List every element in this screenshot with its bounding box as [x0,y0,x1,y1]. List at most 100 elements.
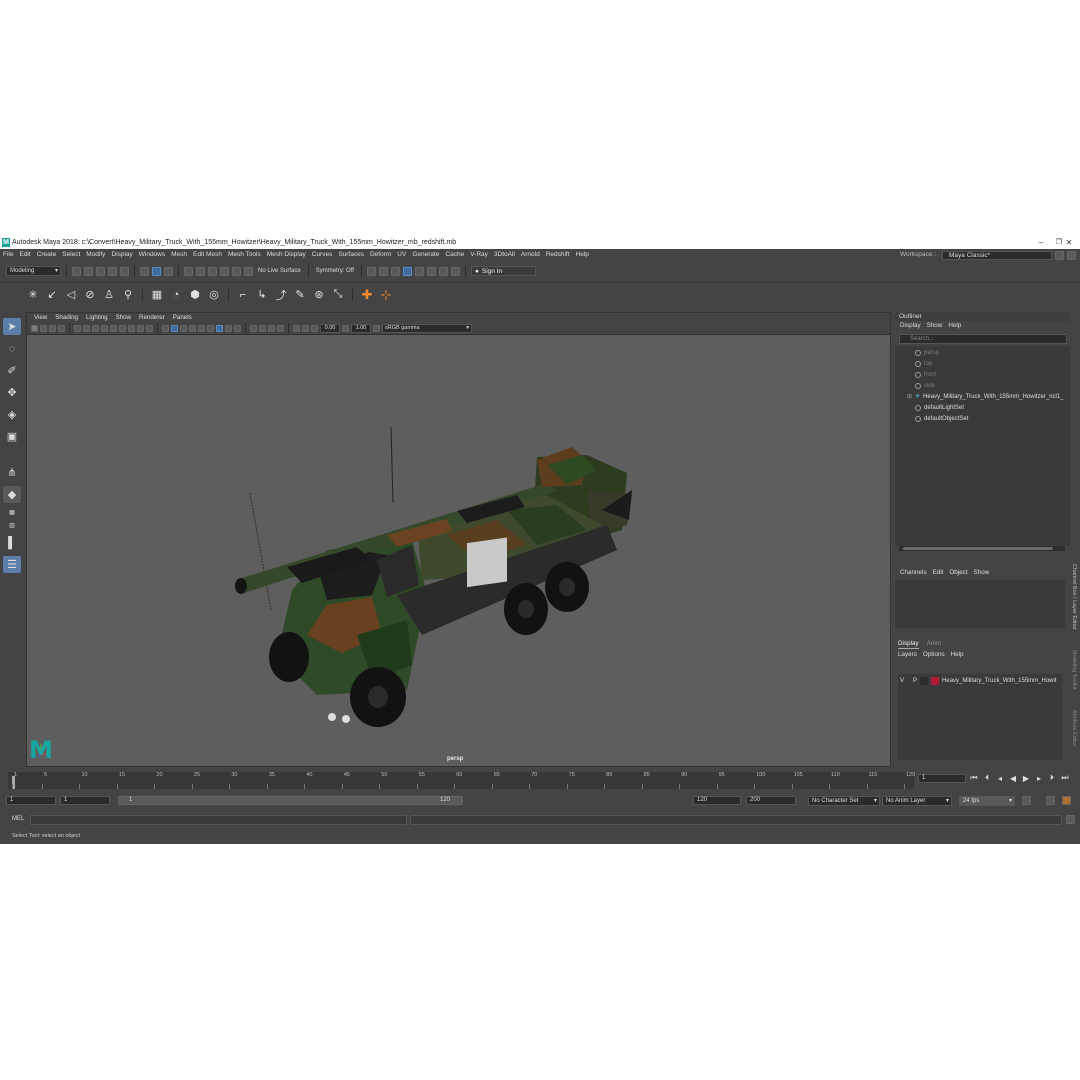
menu-modify[interactable]: Modify [83,249,108,261]
lock-icon[interactable] [450,266,460,276]
scrollbar-thumb[interactable] [903,547,1053,550]
play-forward-icon[interactable]: ▶ [1021,774,1031,783]
ambient-occlusion-icon[interactable] [250,325,257,332]
anim-layer-dropdown[interactable]: No Anim Layer [882,796,952,806]
menu-edit-mesh[interactable]: Edit Mesh [190,249,225,261]
mel-input[interactable] [30,815,407,825]
character-set-dropdown[interactable]: No Character Set [808,796,880,806]
step-back-frame-icon[interactable]: ◂ [995,774,1005,783]
channel-menu-channels[interactable]: Channels [898,569,929,576]
render-view-icon[interactable] [426,266,436,276]
grease-pencil-icon[interactable] [83,325,90,332]
go-to-start-icon[interactable]: ⏮ [969,773,979,783]
gate-mask-icon[interactable] [128,325,135,332]
outliner-item-side[interactable]: side [915,381,935,391]
wireframe-on-shaded-icon[interactable] [180,325,187,332]
layer-playback-toggle[interactable]: P [913,678,917,684]
grid-icon[interactable] [101,325,108,332]
step-back-key-icon[interactable]: ⏴ [982,773,992,783]
viewport-menu-show[interactable]: Show [113,314,134,321]
menu-curves[interactable]: Curves [309,249,336,261]
outliner-item-front[interactable]: front [915,370,936,380]
field-chart-icon[interactable] [137,325,144,332]
resolution-gate-icon[interactable] [119,325,126,332]
cluster-icon[interactable]: ◔ [169,288,183,302]
persp-outliner-layout-icon[interactable]: ☰ [3,556,21,573]
menu-generate[interactable]: Generate [409,249,442,261]
pivot-icon[interactable]: ⊹ [379,287,393,302]
mel-label[interactable]: MEL [12,816,24,822]
tab-modeling-toolkit[interactable]: Modeling Toolkit [1071,650,1077,710]
arc-tool-icon[interactable]: ⊘ [83,288,97,302]
layer-visibility-toggle[interactable]: V [900,678,904,684]
viewport-menu-panels[interactable]: Panels [170,314,195,321]
lasso-tool-icon[interactable]: ◌ [3,340,21,357]
safe-action-icon[interactable] [146,325,153,332]
workspace-lock-icon[interactable] [1067,250,1076,260]
bookmark-icon[interactable] [49,325,56,332]
menu-create[interactable]: Create [34,249,60,261]
layer-menu-help[interactable]: Help [951,651,964,660]
menu-file[interactable]: File [0,249,16,261]
select-object-icon[interactable] [152,266,161,276]
menu-display[interactable]: Display [108,249,135,261]
wireframe-icon[interactable] [162,325,169,332]
locator-icon[interactable]: ✚ [360,287,374,302]
step-forward-frame-icon[interactable]: ▸ [1034,774,1044,783]
hud-icon[interactable] [302,325,309,332]
live-surface-label[interactable]: No Live Surface [256,268,303,274]
viewport-menu-renderer[interactable]: Renderer [136,314,168,321]
playback-start-field[interactable]: 1 [60,796,110,805]
current-frame-field[interactable]: 1 [918,773,966,783]
outliner-menu-show[interactable]: Show [925,322,945,329]
viewport-menu-lighting[interactable]: Lighting [83,314,111,321]
layer-type-box[interactable] [920,677,929,685]
tab-anim[interactable]: Anim [927,640,941,649]
move-tool-icon[interactable]: ✥ [3,384,21,401]
snap-point-icon[interactable] [208,266,217,276]
outliner-layout-icon[interactable]: ▌ [3,534,21,551]
sculpt-icon[interactable]: ✳ [26,288,40,302]
cube-icon[interactable]: ⬢ [188,288,202,302]
exposure-field[interactable]: 0.00 [320,324,340,333]
time-slider-track[interactable]: 1 5 10 15 20 25 30 35 40 45 50 55 60 65 70 75 80 85 90 95 10… [8,772,915,789]
outliner-item-default-object-set[interactable]: defaultObjectSet [915,414,968,424]
menu-mesh-tools[interactable]: Mesh Tools [225,249,264,261]
menu-3dtoall[interactable]: 3DtoAll [491,249,518,261]
lattice-icon[interactable]: ▦ [150,288,164,302]
tab-display[interactable]: Display [898,640,919,649]
anti-aliasing-icon[interactable] [268,325,275,332]
tab-channel-box-layer-editor[interactable]: Channel Box / Layer Editor [1071,564,1077,644]
new-scene-icon[interactable] [72,266,81,276]
soft-select-icon[interactable]: ⋔ [3,464,21,481]
playback-end-field[interactable]: 120 [693,796,741,805]
menu-uv[interactable]: UV [394,249,409,261]
outliner-item-default-light-set[interactable]: defaultLightSet [915,403,964,413]
use-lights-icon[interactable] [198,325,205,332]
render-frame-icon[interactable] [378,266,388,276]
gamma-field[interactable]: 1.00 [351,324,371,333]
snap-view-plane-icon[interactable] [220,266,229,276]
wire-icon[interactable]: ⤡ [331,288,345,302]
channel-menu-show[interactable]: Show [972,569,992,576]
expand-icon[interactable]: ⊞ [907,392,912,402]
ipr-render-icon[interactable] [390,266,400,276]
ik-handle-icon[interactable]: ↳ [255,288,269,302]
textured-icon[interactable] [189,325,196,332]
menu-help[interactable]: Help [573,249,592,261]
go-to-end-icon[interactable]: ⏭ [1060,773,1070,783]
menu-cache[interactable]: Cache [442,249,467,261]
layer-menu-options[interactable]: Options [923,651,945,660]
fps-dropdown[interactable]: 24 fps [959,796,1015,806]
undo-icon[interactable] [108,266,117,276]
camera-attributes-icon[interactable] [40,325,47,332]
outliner-menu-display[interactable]: Display [898,322,923,329]
smooth-shade-icon[interactable] [171,325,178,332]
outliner-item-top[interactable]: top [915,359,932,369]
start-frame-field[interactable]: 1 [6,796,56,805]
open-scene-icon[interactable] [84,266,93,276]
blend-shape-icon[interactable]: ⊛ [312,288,326,302]
scale-tool-icon[interactable]: ▣ [3,428,21,445]
menu-mesh-display[interactable]: Mesh Display [264,249,309,261]
joint-icon[interactable]: ⌐ [236,288,250,302]
